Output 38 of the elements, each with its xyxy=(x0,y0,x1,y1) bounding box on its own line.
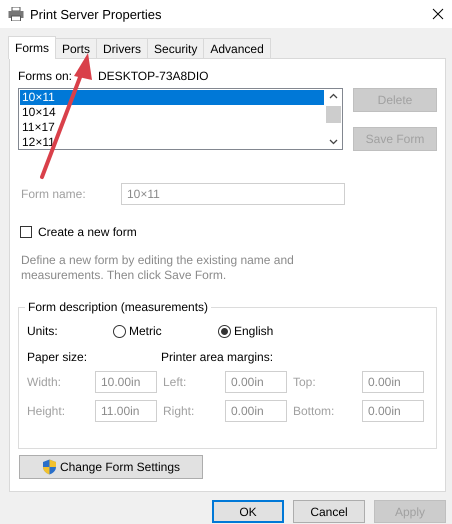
scroll-up-icon[interactable] xyxy=(329,93,338,99)
margins-label: Printer area margins: xyxy=(161,350,274,364)
list-item[interactable]: 10×14 xyxy=(20,105,324,120)
radio-label: Metric xyxy=(129,324,162,338)
field-label: Bottom: xyxy=(292,404,336,418)
change-settings-button[interactable]: Change Form Settings xyxy=(19,455,203,479)
shield-icon xyxy=(42,459,57,475)
close-icon[interactable] xyxy=(432,8,444,20)
field-label: Width: xyxy=(27,375,62,389)
group-title: Form description (measurements) xyxy=(25,300,212,314)
dialog-button[interactable]: OK xyxy=(212,500,284,523)
field-label: Right: xyxy=(162,404,196,418)
create-form-checkbox[interactable] xyxy=(20,226,32,238)
forms-on-label: Forms on: xyxy=(18,69,72,83)
field-label: Left: xyxy=(162,375,188,389)
tab[interactable]: Advanced xyxy=(203,38,271,58)
dialog-button[interactable]: Cancel xyxy=(293,500,365,523)
tab[interactable]: Forms xyxy=(8,36,56,59)
field-label: Top: xyxy=(292,375,317,389)
scroll-down-icon[interactable] xyxy=(329,139,338,145)
checkbox-label: Create a new form xyxy=(38,225,137,239)
radio-button[interactable] xyxy=(113,324,126,338)
tab[interactable]: Security xyxy=(147,38,204,58)
scrollbar-thumb[interactable] xyxy=(326,106,341,123)
printer-icon xyxy=(8,7,24,21)
server-name: DESKTOP-73A8DIO xyxy=(98,69,208,83)
hint-text: Define a new form by editing the existing name and measurements. Then click Save Form. xyxy=(21,253,295,283)
radio-button[interactable] xyxy=(218,324,231,338)
units-label: Units: xyxy=(27,324,59,338)
form-name-label: Form name: xyxy=(21,187,87,201)
paper-size-label: Paper size: xyxy=(27,350,88,364)
radio-label: English xyxy=(234,324,274,338)
field-label: Height: xyxy=(27,404,66,418)
list-item[interactable]: 11×17 xyxy=(20,120,324,135)
list-item[interactable]: 12×11 xyxy=(20,135,324,150)
forms-list[interactable]: 10×11 10×14 11×17 12×11 xyxy=(18,88,343,150)
window-title: Print Server Properties xyxy=(30,6,162,22)
list-item[interactable]: 10×11 xyxy=(20,90,324,105)
